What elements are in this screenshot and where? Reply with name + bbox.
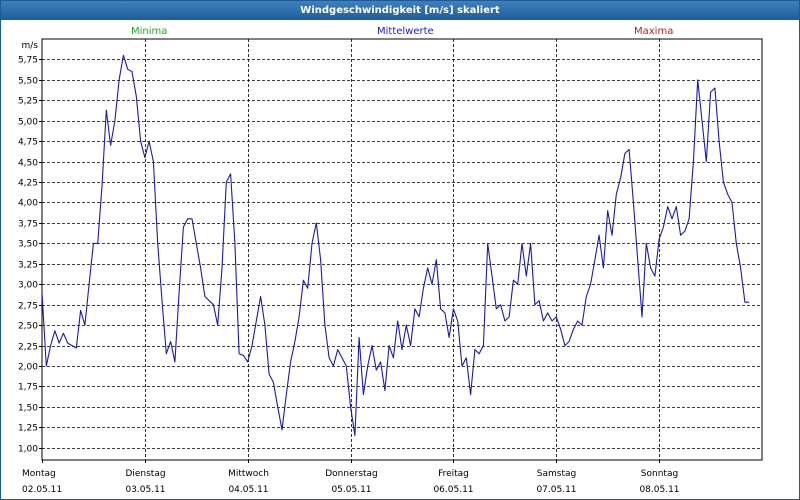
y-tick-label: 5,75 bbox=[18, 56, 38, 66]
y-tick-label: 3,00 bbox=[18, 281, 38, 291]
x-date-label: 07.05.11 bbox=[536, 485, 576, 495]
x-date-label: 06.05.11 bbox=[433, 485, 473, 495]
y-tick-label: 2,00 bbox=[18, 363, 38, 373]
y-tick-label: 4,75 bbox=[18, 138, 38, 148]
x-day-label: Freitag bbox=[438, 469, 469, 479]
x-day-label: Dienstag bbox=[125, 469, 165, 479]
y-tick-label: 1,25 bbox=[18, 424, 38, 434]
line-chart: 1,00 1,25 1,50 1,75 2,00 2,25 2,50 2,75 3,00 3,25… bbox=[18, 38, 763, 495]
y-axis-label: m/s bbox=[22, 41, 39, 51]
x-day-label: Donnerstag bbox=[325, 469, 378, 479]
y-tick-label: 2,75 bbox=[18, 302, 38, 312]
plot-area bbox=[41, 38, 763, 461]
x-day-label: Mittwoch bbox=[228, 469, 269, 479]
x-date-label: 03.05.11 bbox=[125, 485, 165, 495]
x-date-label: 05.05.11 bbox=[331, 485, 371, 495]
x-day-label: Samstag bbox=[537, 469, 576, 479]
y-tick-label: 1,00 bbox=[18, 445, 38, 455]
y-tick-label: 4,50 bbox=[18, 159, 38, 169]
x-date-label: 08.05.11 bbox=[639, 485, 679, 495]
y-tick-label: 2,25 bbox=[18, 343, 38, 353]
x-date-label: 02.05.11 bbox=[22, 485, 62, 495]
y-tick-label: 1,50 bbox=[18, 404, 38, 414]
x-day-label: Montag bbox=[22, 469, 56, 479]
y-tick-label: 3,50 bbox=[18, 240, 38, 250]
y-tick-label: 1,75 bbox=[18, 383, 38, 393]
y-tick-label: 3,75 bbox=[18, 220, 38, 230]
chart-window: Windgeschwindigkeit [m/s] skaliert Minim… bbox=[0, 0, 800, 500]
y-tick-label: 4,00 bbox=[18, 199, 38, 209]
y-tick-label: 5,25 bbox=[18, 97, 38, 107]
y-tick-label: 3,25 bbox=[18, 261, 38, 271]
x-date-label: 04.05.11 bbox=[228, 485, 268, 495]
y-tick-label: 5,50 bbox=[18, 77, 38, 87]
y-tick-label: 5,00 bbox=[18, 118, 38, 128]
y-tick-label: 2,50 bbox=[18, 322, 38, 332]
y-tick-label: 4,25 bbox=[18, 179, 38, 189]
x-day-label: Sonntag bbox=[641, 469, 678, 479]
